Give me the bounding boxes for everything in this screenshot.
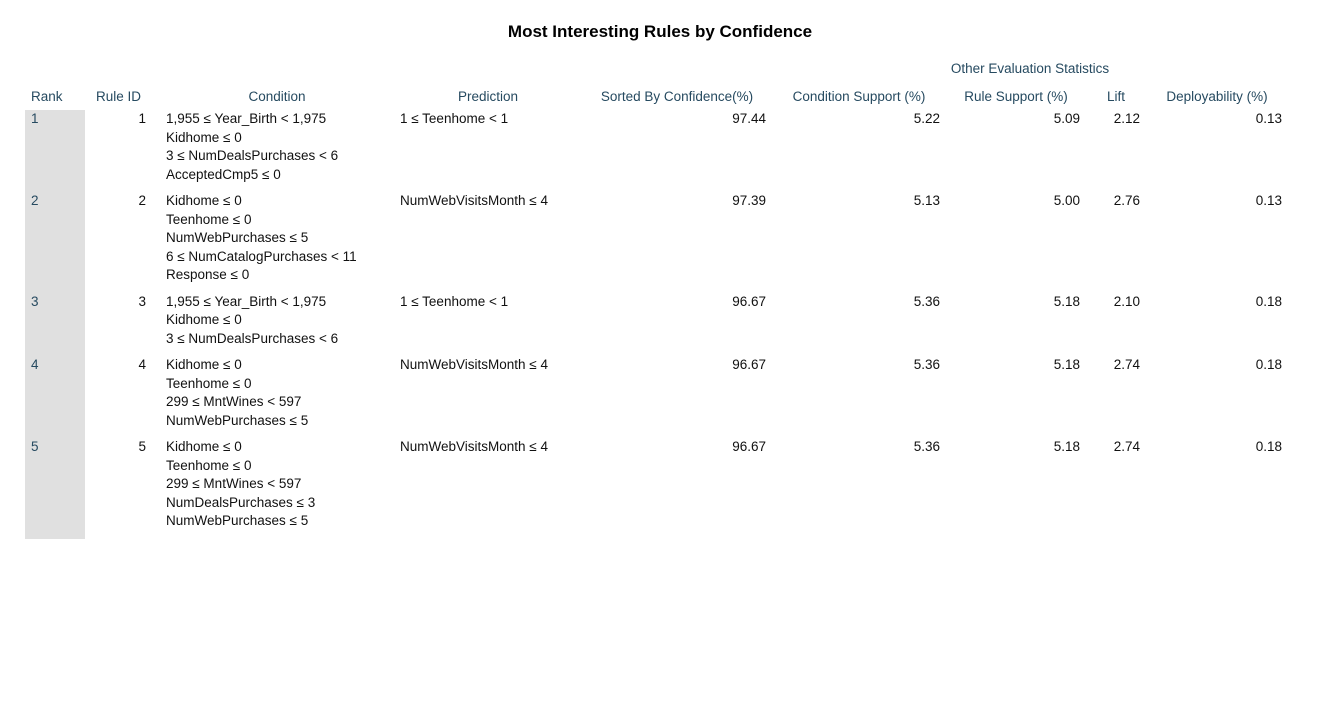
condition-line: 3 ≤ NumDealsPurchases < 6 [166,330,339,346]
table-row[interactable]: 2 2 Kidhome ≤ 0 Teenhome ≤ 0 NumWebPurchases… [25,192,1288,293]
column-header-row: Rank Rule ID Condition Prediction Sorted… [25,76,1288,110]
cell-prediction: NumWebVisitsMonth ≤ 4 [400,357,548,372]
condition-line: NumWebPurchases ≤ 5 [166,412,309,428]
condition-line: Teenhome ≤ 0 [166,375,252,391]
col-header-confidence[interactable]: Sorted By Confidence(%) [582,76,772,110]
cell-confidence: 96.67 [732,357,766,372]
cell-deployability: 0.18 [1255,439,1282,454]
cell-rule-support: 5.18 [1053,357,1080,372]
cell-confidence: 97.44 [732,111,766,126]
cell-condition-support: 5.36 [913,293,940,309]
cell-deployability: 0.13 [1255,111,1282,126]
condition-line: 1,955 ≤ Year_Birth < 1,975 [166,111,327,126]
condition-line: AcceptedCmp5 ≤ 0 [166,166,281,182]
cell-rank: 5 [25,438,85,539]
table-row[interactable]: 4 4 Kidhome ≤ 0 Teenhome ≤ 0 299 ≤ MntWines … [25,356,1288,438]
condition-line: Teenhome ≤ 0 [166,211,252,227]
cell-rank: 1 [25,110,85,192]
condition-line: 299 ≤ MntWines < 597 [166,394,302,409]
condition-line: 299 ≤ MntWines < 597 [166,476,302,491]
cell-condition: Kidhome ≤ 0 Teenhome ≤ 0 299 ≤ MntWines < … [152,438,394,539]
condition-line: NumDealsPurchases ≤ 3 [166,494,316,510]
condition-line: Kidhome ≤ 0 [166,357,242,372]
cell-condition: Kidhome ≤ 0 Teenhome ≤ 0 299 ≤ MntWines < … [152,356,394,438]
cell-rule-support: 5.18 [1053,293,1080,309]
cell-rank: 2 [25,192,85,293]
col-header-condition[interactable]: Condition [152,76,394,110]
cell-prediction: NumWebVisitsMonth ≤ 4 [400,439,548,454]
condition-line: NumWebPurchases ≤ 5 [166,230,309,245]
condition-line: Kidhome ≤ 0 [166,193,242,208]
group-header-row: Other Evaluation Statistics [25,56,1288,76]
condition-line: NumWebPurchases ≤ 5 [166,513,309,528]
cell-deployability: 0.18 [1255,357,1282,372]
cell-condition-support: 5.13 [913,193,940,208]
cell-prediction: NumWebVisitsMonth ≤ 4 [400,193,548,208]
cell-rule-support: 5.00 [1053,193,1080,208]
condition-line: Response ≤ 0 [166,267,250,282]
rules-table-body: 1 1 1,955 ≤ Year_Birth < 1,975 Kidhome ≤ 03… [25,110,1288,539]
condition-line: 1,955 ≤ Year_Birth < 1,975 [166,293,327,309]
condition-line: 6 ≤ NumCatalogPurchases < 11 [166,248,357,264]
cell-confidence: 96.67 [732,439,766,454]
col-header-prediction[interactable]: Prediction [394,76,582,110]
condition-line: 3 ≤ NumDealsPurchases < 6 [166,148,339,163]
col-header-rule-support[interactable]: Rule Support (%) [946,76,1086,110]
cell-condition: 1,955 ≤ Year_Birth < 1,975 Kidhome ≤ 0 3 ≤… [152,110,394,192]
cell-condition: 1,955 ≤ Year_Birth < 1,975 Kidhome ≤ 0 3 ≤… [152,293,394,357]
cell-lift: 2.74 [1113,357,1140,372]
cell-prediction: 1 ≤ Teenhome < 1 [400,293,509,309]
condition-line: Kidhome ≤ 0 [166,439,242,454]
col-header-lift[interactable]: Lift [1086,76,1146,110]
cell-prediction: 1 ≤ Teenhome < 1 [400,111,509,126]
cell-rule-id: 4 [138,357,146,372]
cell-confidence: 97.39 [732,193,766,208]
cell-lift: 2.76 [1113,193,1140,208]
col-header-condition-support[interactable]: Condition Support (%) [772,76,946,110]
col-header-deployability[interactable]: Deployability (%) [1146,76,1288,110]
cell-lift: 2.10 [1113,293,1140,309]
cell-deployability: 0.18 [1255,293,1282,309]
cell-condition-support: 5.36 [913,439,940,454]
cell-rule-support: 5.09 [1053,111,1080,126]
report-title: Most Interesting Rules by Confidence [507,22,813,41]
cell-rank: 3 [25,292,85,356]
condition-line: Teenhome ≤ 0 [166,457,252,473]
cell-lift: 2.74 [1113,439,1140,454]
col-header-rule-id[interactable]: Rule ID [85,76,152,110]
cell-rule-support: 5.18 [1053,439,1080,454]
condition-line: Kidhome ≤ 0 [166,312,242,327]
cell-condition: Kidhome ≤ 0 Teenhome ≤ 0 NumWebPurchases ≤… [152,192,394,293]
cell-rule-id: 2 [138,193,146,208]
other-evaluation-statistics-header: Other Evaluation Statistics [950,61,1110,76]
condition-line: Kidhome ≤ 0 [166,129,242,145]
cell-confidence: 96.67 [732,293,766,309]
cell-lift: 2.12 [1113,111,1140,126]
cell-rule-id: 1 [138,111,146,126]
table-row[interactable]: 3 3 1,955 ≤ Year_Birth < 1,975 Kidhome ≤ 0 3… [25,292,1288,357]
cell-condition-support: 5.22 [913,111,940,126]
cell-deployability: 0.13 [1255,193,1282,208]
table-row[interactable]: 1 1 1,955 ≤ Year_Birth < 1,975 Kidhome ≤ 0 3… [25,110,1288,192]
cell-rule-id: 5 [138,439,146,454]
rules-table: Other Evaluation Statistics Rank Rule ID… [25,56,1288,539]
col-header-rank[interactable]: Rank [25,76,85,110]
cell-condition-support: 5.36 [913,357,940,372]
table-row[interactable]: 5 5 Kidhome ≤ 0 Teenhome ≤ 0 299 ≤ MntWines … [25,438,1288,539]
cell-rank: 4 [25,356,85,438]
cell-rule-id: 3 [138,293,146,309]
